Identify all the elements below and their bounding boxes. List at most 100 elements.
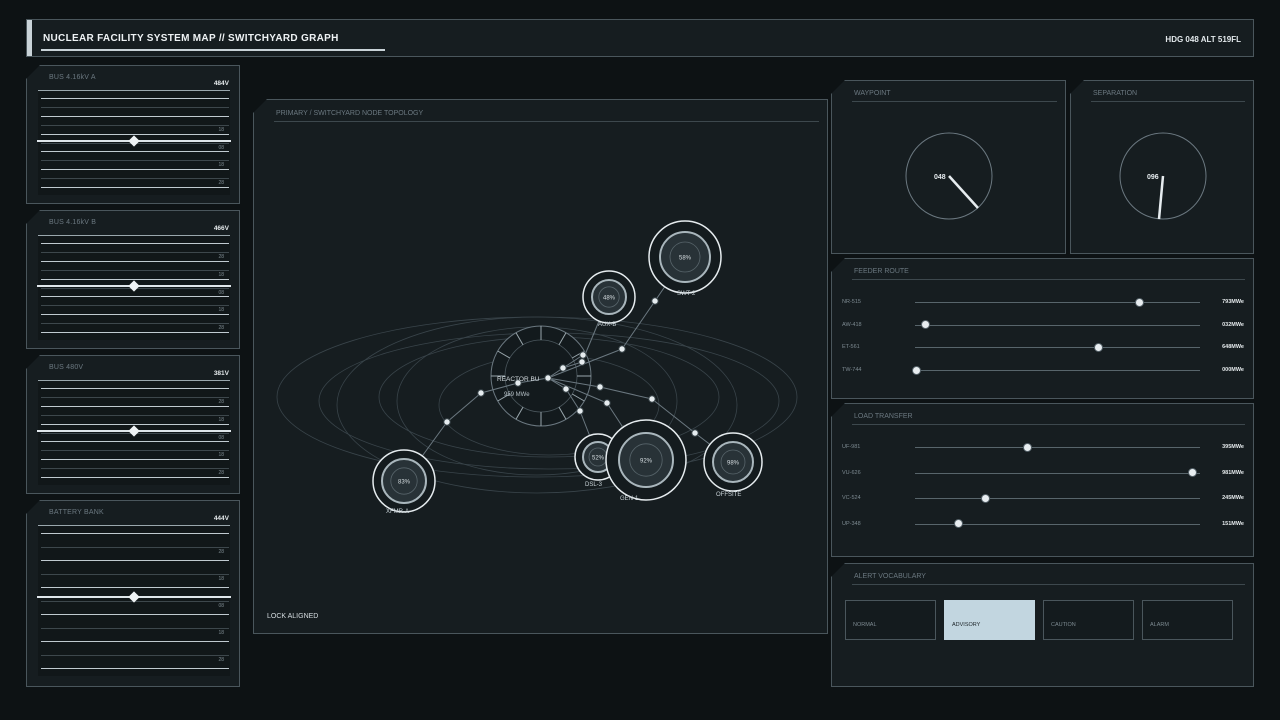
gauge-tick-label: 28	[218, 548, 224, 555]
graph-edge	[599, 386, 653, 400]
gauge-bus-b: BUS 4.16kV B 466V 28 18 08 18 28	[26, 210, 240, 349]
panel-label: FEEDER ROUTE	[854, 268, 909, 275]
graph-junction	[618, 345, 626, 353]
slider-label: ET-561	[842, 344, 860, 351]
slider-value: 981MWe	[1222, 469, 1244, 476]
alert-label: ALARM	[1150, 622, 1169, 628]
slider-label: VU-626	[842, 469, 861, 476]
graph-junction	[648, 395, 656, 403]
panel-rule	[852, 584, 1245, 585]
graph-junction	[559, 364, 567, 372]
header-bar: NUCLEAR FACILITY SYSTEM MAP // SWITCHYAR…	[26, 19, 1254, 57]
graph-node-pct: 52%	[592, 456, 605, 462]
gauge-tick	[41, 641, 229, 642]
alert-label: NORMAL	[853, 622, 877, 628]
gauge-tick-label: 18	[218, 307, 224, 314]
gauge-tick	[41, 151, 229, 153]
graph-junction	[576, 407, 584, 415]
slider-track[interactable]	[915, 302, 1200, 303]
alert-caution-button[interactable]: CAUTION	[1043, 600, 1134, 640]
gauge-battery-bank: BATTERY BANK 444V 28 18 08 18 28	[26, 500, 240, 687]
gauge-tick	[41, 269, 229, 271]
slider-track[interactable]	[915, 447, 1200, 448]
gauge-value: 381V	[213, 370, 229, 377]
gauge-tick	[41, 251, 229, 253]
graph-node-label: XFMR-A	[386, 509, 409, 515]
gauge-tick-label: 28	[218, 325, 224, 332]
gauge-tick	[41, 654, 229, 656]
gauge-label: BUS 4.16kV A	[49, 74, 96, 81]
separation-value: 096	[1147, 174, 1159, 181]
slider-track[interactable]	[915, 347, 1200, 349]
slider-knob[interactable]	[1022, 442, 1032, 452]
slider-label: UP-348	[842, 520, 861, 527]
panel-rule	[852, 424, 1245, 425]
slider-value: 648MWe	[1222, 344, 1244, 351]
graph-node-label: GEN-1	[620, 496, 639, 502]
topology-graph[interactable]: 58% SWT-2 48% AUX-B 83% XFMR-A 52% DSL-3 92% GEN-…	[254, 100, 829, 635]
gauge-tick	[41, 260, 229, 262]
alert-alarm-button[interactable]: ALARM	[1142, 600, 1233, 640]
gauge-tick	[41, 560, 229, 561]
graph-node-pct: 92%	[640, 459, 653, 465]
alert-vocabulary-panel: ALERT VOCABULARY NORMAL ADVISORY CAUTION…	[831, 563, 1254, 687]
gauge-tick	[41, 587, 229, 588]
gauge-tick-label: 18	[218, 452, 224, 459]
graph-node-label: SWT-2	[677, 291, 696, 297]
gauge-label: BUS 4.16kV B	[49, 219, 97, 226]
slider-knob[interactable]	[912, 365, 921, 375]
gauge-tick-label: 18	[218, 162, 224, 169]
load-transfer-panel: LOAD TRANSFER UF-981 395MWe VU-626 981MWe VC…	[831, 403, 1254, 557]
gauge-tick	[41, 573, 229, 575]
topology-panel: PRIMARY / SWITCHYARD NODE TOPOLOGY 58% SW…	[253, 99, 828, 634]
slider-label: AW-418	[842, 321, 862, 328]
gauge-tick-label: 08	[218, 434, 224, 441]
gauge-tick	[41, 477, 229, 478]
graph-junction	[562, 385, 570, 393]
graph-junction	[691, 429, 699, 437]
gauge-tick	[41, 124, 229, 126]
slider-label: VC-524	[842, 495, 861, 501]
panel-label: ALERT VOCABULARY	[854, 573, 926, 580]
alert-advisory-button[interactable]: ADVISORY	[944, 600, 1035, 640]
gauge-tick	[41, 98, 229, 99]
feeder-route-panel: FEEDER ROUTE NR-515 793MWe AW-418 032MWe ET-…	[831, 258, 1254, 399]
gauge-tick	[41, 627, 229, 629]
header-accent	[27, 20, 32, 56]
gauge-tick	[41, 668, 229, 669]
graph-node-pct: 58%	[679, 256, 692, 262]
gauge-tick-label: 28	[218, 656, 224, 663]
gauge-tick	[41, 314, 229, 316]
slider-knob[interactable]	[920, 320, 930, 330]
graph-node-label: OFFSITE	[716, 492, 741, 498]
gauge-tick-label: 08	[218, 144, 224, 151]
slider-knob[interactable]	[1134, 297, 1144, 307]
gauge-tick	[41, 423, 229, 425]
alert-label: CAUTION	[1051, 622, 1076, 628]
slider-knob[interactable]	[954, 519, 964, 528]
graph-junction	[596, 383, 604, 391]
slider-track[interactable]	[915, 472, 1200, 474]
alert-normal-button[interactable]: NORMAL	[845, 600, 936, 640]
graph-junction	[651, 297, 659, 305]
graph-junction	[579, 351, 587, 359]
gauge-tick	[41, 459, 229, 461]
slider-knob[interactable]	[1094, 342, 1104, 352]
slider-knob[interactable]	[1187, 468, 1197, 477]
slider-track[interactable]	[915, 498, 1200, 499]
page-title: NUCLEAR FACILITY SYSTEM MAP // SWITCHYAR…	[43, 33, 339, 44]
gauge-tick	[41, 169, 229, 171]
gauge-value: 466V	[213, 225, 229, 232]
gauge-label: BATTERY BANK	[49, 509, 104, 516]
gauge-tick	[41, 296, 229, 298]
gauge-tick-label: 18	[218, 271, 224, 278]
slider-track[interactable]	[915, 370, 1200, 372]
slider-knob[interactable]	[980, 493, 990, 503]
gauge-tick	[41, 160, 229, 162]
gauge-tick	[41, 414, 229, 416]
gauge-tick	[41, 332, 229, 333]
gauge-tick-label: 28	[218, 398, 224, 405]
slider-label: NR-515	[842, 299, 861, 305]
slider-track[interactable]	[915, 324, 1200, 326]
graph-node-label: AUX-B	[598, 322, 616, 328]
